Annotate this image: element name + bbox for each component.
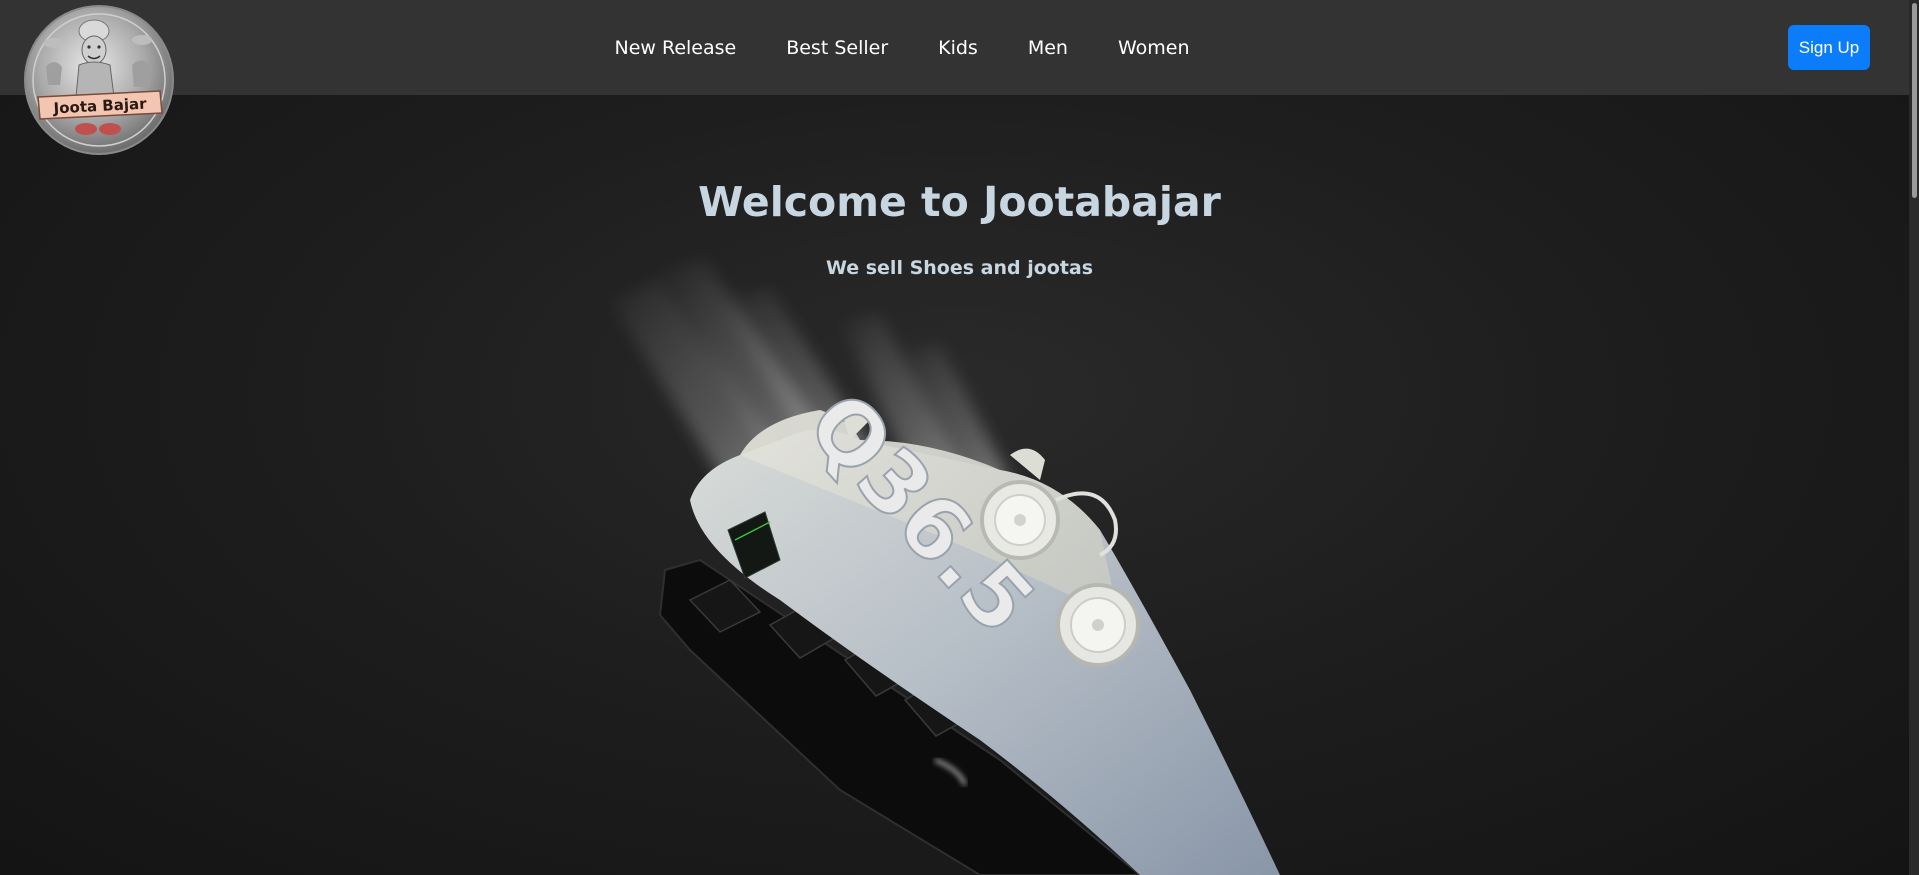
- nav-link-women[interactable]: Women: [1118, 37, 1190, 59]
- navbar: New Release Best Seller Kids Men Women S…: [0, 0, 1919, 95]
- page: New Release Best Seller Kids Men Women S…: [0, 0, 1919, 875]
- page-scrollbar[interactable]: [1909, 0, 1919, 875]
- scrollbar-thumb[interactable]: [1912, 3, 1917, 198]
- mascot-logo-icon: Joota Bajar: [24, 5, 174, 155]
- hero-subtitle: We sell Shoes and jootas: [825, 257, 1094, 279]
- brand-logo[interactable]: Joota Bajar: [24, 5, 174, 155]
- nav-link-best-seller[interactable]: Best Seller: [786, 37, 888, 59]
- hero-title: Welcome to Jootabajar: [698, 178, 1221, 226]
- nav-link-men[interactable]: Men: [1028, 37, 1068, 59]
- nav-links-list: New Release Best Seller Kids Men Women: [614, 37, 1189, 59]
- nav-link-new-release[interactable]: New Release: [614, 37, 736, 59]
- nav-link-kids[interactable]: Kids: [938, 37, 978, 59]
- nav-links: New Release Best Seller Kids Men Women: [0, 0, 1919, 95]
- sign-up-button[interactable]: Sign Up: [1788, 25, 1870, 70]
